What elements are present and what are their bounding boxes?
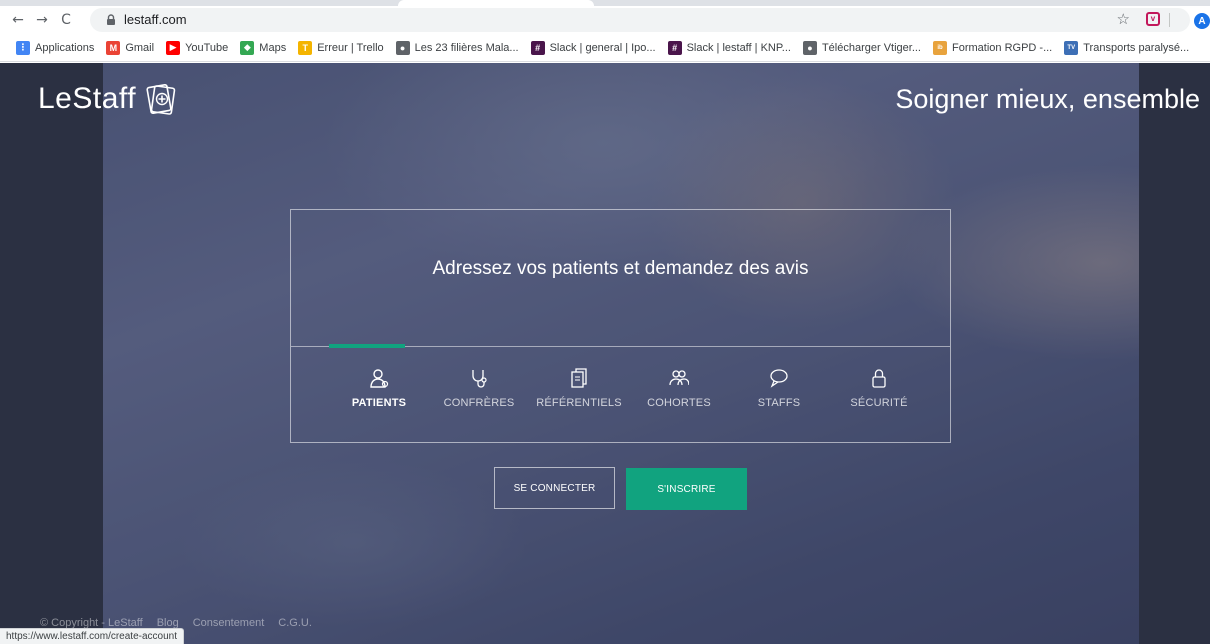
bookmark-item[interactable]: # Slack | general | Ipo...: [530, 37, 656, 59]
stethoscope-icon: [472, 370, 487, 388]
bookmark-label: Erreur | Trello: [317, 41, 384, 54]
patient-icon: [370, 369, 389, 388]
pocket-extension-icon[interactable]: v: [1146, 12, 1160, 26]
bookmark-item[interactable]: ▶ YouTube: [166, 37, 228, 59]
footer-link[interactable]: Consentement: [193, 617, 265, 629]
chat-icon: [770, 369, 788, 388]
profile-avatar[interactable]: A: [1194, 13, 1210, 29]
signup-button[interactable]: S'INSCRIRE: [626, 468, 747, 510]
login-button[interactable]: SE CONNECTER: [494, 467, 615, 509]
feature-tab-label: STAFFS: [757, 397, 801, 409]
bookmark-item[interactable]: TV Transports paralysé...: [1064, 37, 1189, 59]
lock-icon: [872, 369, 886, 388]
feature-title: Adressez vos patients et demandez des av…: [432, 258, 809, 279]
feature-tab-label: COHORTES: [647, 397, 711, 409]
bookmark-item[interactable]: ◆ Maps: [240, 37, 286, 59]
bookmarks-bar: ⋮ Applications M Gmail ▶ YouTube ◆ Maps T Erreur …: [0, 34, 1210, 62]
gmail-icon: M: [106, 40, 121, 55]
feature-tab-group[interactable]: COHORTES: [629, 367, 729, 409]
bookmark-label: Les 23 filières Mala...: [414, 41, 519, 54]
group-icon: [669, 370, 689, 386]
footer-link[interactable]: C.G.U.: [278, 617, 312, 629]
bookmark-label: Applications: [35, 41, 95, 54]
bookmark-item[interactable]: T Erreur | Trello: [298, 37, 384, 59]
bookmark-item[interactable]: M Gmail: [106, 37, 154, 59]
feature-tab-stethoscope[interactable]: CONFRÈRES: [429, 367, 529, 409]
bookmark-item[interactable]: # Slack | lestaff | KNP...: [667, 37, 791, 59]
feature-tabs: PATIENTS CONFRÈRES RÉFÉRENTIELS COHORTES STA…: [291, 367, 950, 409]
bookmark-item[interactable]: ib Formation RGPD -...: [933, 37, 1052, 59]
lock-icon: [107, 14, 115, 25]
ib-icon: ib: [933, 40, 947, 55]
bookmark-label: Transports paralysé...: [1083, 41, 1190, 54]
globe-icon: ●: [802, 40, 817, 55]
brand-name: LeStaff: [38, 82, 137, 115]
feature-tab-lock[interactable]: SÉCURITÉ: [829, 367, 929, 409]
bookmark-label: Slack | lestaff | KNP...: [686, 41, 791, 54]
feature-panel: Adressez vos patients et demandez des av…: [290, 209, 951, 443]
youtube-icon: ▶: [166, 40, 181, 55]
browser-toolbar: ← → C lestaff.com ☆ v A: [0, 6, 1210, 34]
maps-icon: ◆: [240, 40, 255, 55]
documents-icon: [571, 368, 587, 388]
bookmark-item[interactable]: ● Télécharger Vtiger...: [802, 37, 921, 59]
bookmark-item[interactable]: ● Les 23 filières Mala...: [395, 37, 519, 59]
bookmark-star-icon[interactable]: ☆: [1117, 10, 1130, 28]
feature-tab-label: CONFRÈRES: [443, 397, 515, 409]
feature-tab-documents[interactable]: RÉFÉRENTIELS: [529, 367, 629, 409]
address-bar[interactable]: lestaff.com ☆ v: [90, 8, 1190, 32]
slack-icon: #: [667, 40, 682, 55]
feature-tab-label: SÉCURITÉ: [850, 397, 908, 409]
feature-tab-label: RÉFÉRENTIELS: [536, 397, 622, 409]
bookmark-label: Slack | general | Ipo...: [549, 41, 656, 54]
bookmark-label: Télécharger Vtiger...: [821, 41, 921, 54]
apps-grid-icon: ⋮: [16, 40, 30, 55]
feature-tab-label: PATIENTS: [351, 397, 407, 409]
url-text: lestaff.com: [124, 12, 187, 27]
back-arrow-icon: ←: [12, 12, 24, 28]
bookmark-label: YouTube: [185, 41, 229, 54]
tagline: Soigner mieux, ensemble: [895, 84, 1200, 114]
back-button[interactable]: ←: [8, 10, 28, 30]
toolbar-divider: [1169, 13, 1170, 27]
slack-icon: #: [530, 40, 545, 55]
forward-button[interactable]: →: [32, 10, 52, 30]
bookmark-label: Formation RGPD -...: [952, 41, 1053, 54]
link-status-bubble: https://www.lestaff.com/create-account: [0, 628, 185, 644]
bookmark-item[interactable]: ⋮ Applications: [16, 37, 94, 59]
brand-logo[interactable]: LeStaff: [38, 82, 178, 116]
lestaff-page: LeStaff Soigner mieux, ensemble Adressez…: [0, 63, 1210, 644]
trello-icon: T: [298, 40, 313, 55]
bookmark-label: Gmail: [125, 41, 155, 54]
active-tab-indicator: [329, 344, 405, 348]
reload-icon: C: [61, 12, 71, 28]
feature-tab-chat[interactable]: STAFFS: [729, 367, 829, 409]
forward-arrow-icon: →: [36, 12, 48, 28]
globe-icon: ●: [395, 40, 410, 55]
medical-cards-icon: [146, 83, 176, 115]
reload-button[interactable]: C: [56, 10, 76, 30]
feature-tab-patient[interactable]: PATIENTS: [329, 367, 429, 409]
bookmark-label: Maps: [259, 41, 287, 54]
tv-icon: TV: [1064, 40, 1079, 55]
